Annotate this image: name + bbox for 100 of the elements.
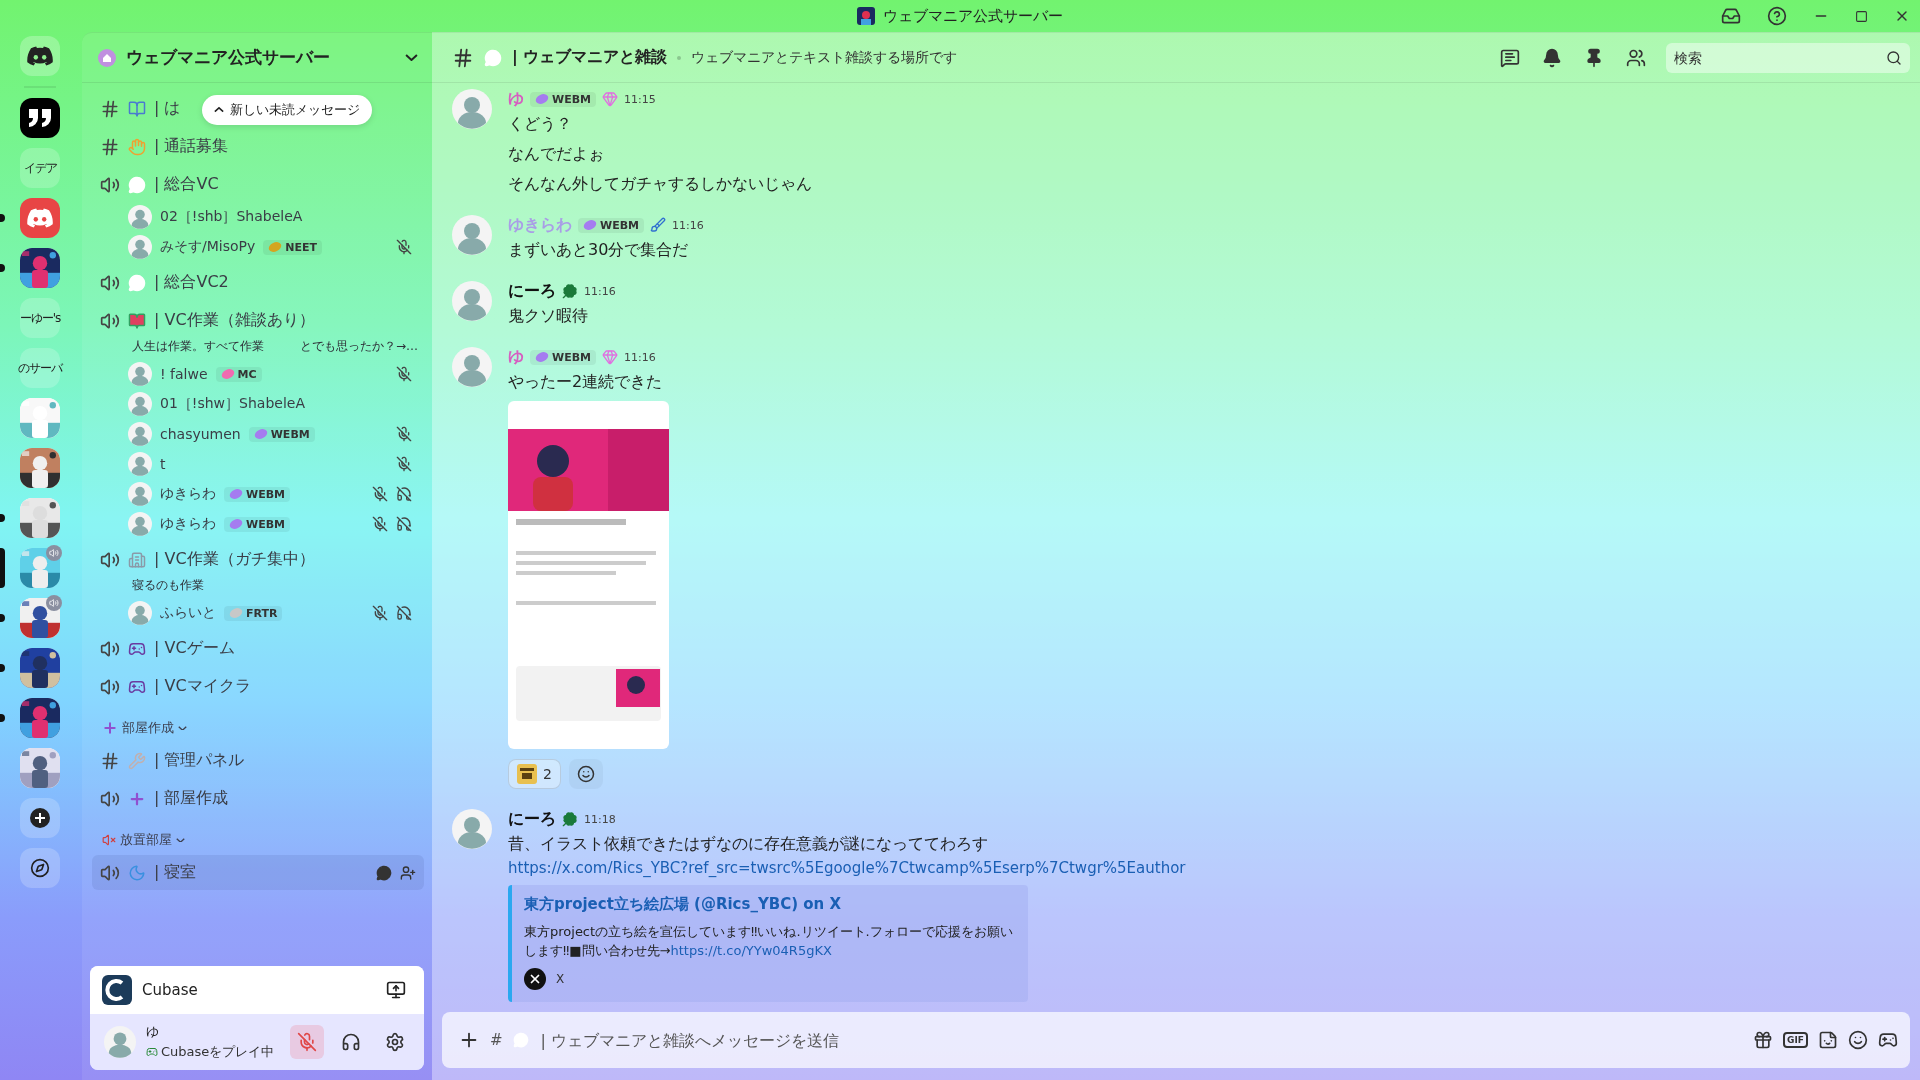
hand-icon (128, 137, 146, 156)
pin-icon[interactable] (1584, 47, 1604, 68)
voice-member[interactable]: ゆきらわ WEBM (92, 479, 424, 509)
voice-member[interactable]: 02［!shb］ShabeleA (92, 202, 424, 232)
channel-item[interactable]: | は (92, 91, 189, 126)
avatar (128, 601, 152, 625)
screen-share-icon[interactable] (386, 980, 406, 1000)
inbox-icon[interactable] (1721, 6, 1741, 26)
hash-icon (100, 750, 120, 771)
channel-item[interactable]: | 通話募集 (92, 129, 237, 164)
author-name[interactable]: にーろ (508, 808, 556, 830)
speaker-icon (100, 862, 120, 883)
voice-member[interactable]: 01［!shw］ShabeleA (92, 389, 424, 419)
channel-item[interactable]: | VCマイクラ (92, 669, 259, 704)
bell-icon[interactable] (1542, 47, 1562, 68)
maximize-icon[interactable] (1855, 9, 1868, 23)
channel-item[interactable]: | 管理パネル (92, 743, 253, 778)
search-icon (1886, 49, 1902, 66)
reaction[interactable]: 2 (508, 759, 561, 789)
gamepad-icon (146, 1046, 158, 1058)
channel-item[interactable]: | VCゲーム (92, 631, 243, 666)
channel-item[interactable]: | 部屋作成 (92, 781, 237, 816)
server-header[interactable]: ウェブマニア公式サーバー (82, 33, 432, 83)
category-header[interactable]: 部屋作成 (92, 713, 424, 743)
chevron-up-icon (214, 107, 224, 113)
activity-card[interactable]: Cubase (90, 966, 424, 1014)
channel-item[interactable]: | 寝室 (92, 855, 424, 890)
gif-button[interactable]: GIF (1783, 1032, 1808, 1048)
sticker-icon[interactable] (1818, 1030, 1838, 1050)
avatar (128, 452, 152, 476)
speaker-icon (100, 676, 120, 697)
emoji-icon[interactable] (1848, 1030, 1868, 1050)
server-icon[interactable] (20, 98, 60, 138)
voice-member[interactable]: ふらいと FRTR (92, 598, 424, 628)
add-server-button[interactable] (20, 798, 60, 838)
speech-bubble-icon (128, 175, 146, 194)
author-name[interactable]: にーろ (508, 280, 556, 302)
discord-logo-icon (27, 46, 53, 66)
mic-button[interactable] (290, 1025, 324, 1059)
channel-item[interactable]: | 総合VC2 (92, 265, 237, 300)
avatar (128, 235, 152, 259)
mic-off-icon (297, 1032, 317, 1052)
threads-icon[interactable] (1500, 47, 1520, 68)
role-tag: WEBM (224, 486, 290, 502)
channel-title: | ウェブマニアと雑談 (512, 47, 668, 68)
voice-member[interactable]: ゆきらわ WEBM (92, 509, 424, 539)
home-button[interactable] (20, 36, 60, 76)
window-title: ウェブマニア公式サーバー (883, 6, 1063, 26)
gamepad-icon[interactable] (1878, 1030, 1898, 1050)
voice-member[interactable]: t (92, 449, 424, 479)
message-link[interactable]: https://x.com/Rics_YBC?ref_src=twsrc%5Egoogle%7Ctwcamp%5Eserp%7Ctwgr%5Eauthor (508, 859, 1186, 877)
message-text: そんなん外してガチャするしかないじゃん (508, 173, 812, 195)
avatar (128, 205, 152, 229)
hash-icon (100, 98, 120, 119)
timestamp: 11:18 (584, 812, 616, 826)
add-reaction-button[interactable] (568, 759, 603, 789)
chat-icon[interactable] (376, 864, 392, 881)
members-icon[interactable] (1626, 47, 1646, 68)
channel-item[interactable]: | VC作業（ガチ集中） (92, 542, 323, 577)
avatar (128, 512, 152, 536)
channel-topic: ウェブマニアとテキスト雑談する場所です (691, 48, 958, 67)
role-tag: WEBM (530, 91, 596, 107)
speech-bubble-icon (128, 273, 146, 292)
hash-icon (100, 136, 120, 157)
avatar (452, 215, 492, 255)
channel-item[interactable]: | VC作業（雑談あり） (92, 303, 323, 338)
voice-member[interactable]: みそす/MisoPy NEET (92, 232, 424, 262)
avatar (128, 392, 152, 416)
speaker-icon (100, 638, 120, 659)
speaker-icon (100, 788, 120, 809)
role-tag: WEBM (224, 516, 290, 532)
channel-item[interactable]: | 総合VC (92, 167, 227, 202)
gift-icon[interactable] (1753, 1030, 1774, 1050)
clover-icon (562, 283, 578, 299)
timestamp: 11:16 (624, 350, 656, 364)
voice-member[interactable]: ! falwe MC (92, 359, 424, 389)
role-tag: FRTR (224, 605, 283, 621)
server-icon[interactable]: ーゆー's (20, 298, 60, 338)
role-tag: WEBM (578, 217, 644, 233)
message-field[interactable]: | ウェブマニアと雑談へメッセージを送信 (538, 1029, 1744, 1051)
voice-member[interactable]: chasyumen WEBM (92, 419, 424, 449)
invite-icon[interactable] (400, 864, 416, 881)
category-header[interactable]: 放置部屋 (92, 825, 424, 855)
message-input[interactable]: # | ウェブマニアと雑談へメッセージを送信 GIF (442, 1012, 1910, 1068)
new-unread-button[interactable]: 新しい未読メッセージ (202, 95, 372, 125)
message-text: くどう？ (508, 113, 573, 135)
timestamp: 11:16 (584, 284, 616, 298)
plus-icon (102, 720, 118, 736)
avatar (128, 422, 152, 446)
embed-provider: X (556, 972, 565, 986)
help-icon[interactable] (1767, 6, 1787, 26)
channel-status: 寝るのも作業 (132, 577, 204, 594)
server-icon[interactable]: イデア (20, 148, 60, 188)
muted-speaker-icon (102, 833, 116, 847)
role-tag: MC (215, 366, 262, 382)
role-tag: NEET (263, 239, 323, 255)
avatar (452, 809, 492, 849)
smiley-icon (576, 765, 595, 783)
explore-button[interactable] (20, 848, 60, 888)
speaker-icon (100, 174, 120, 195)
